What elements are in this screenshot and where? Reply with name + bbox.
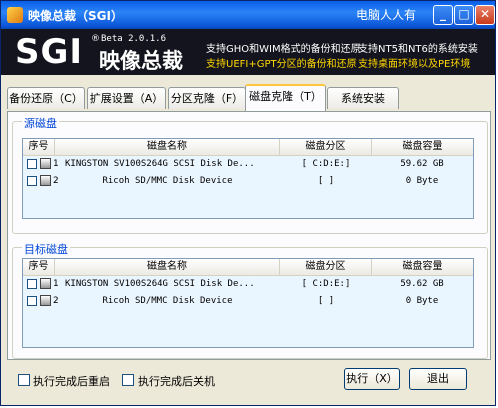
restart-after-label[interactable]: 执行完成后重启	[33, 373, 110, 389]
column-header[interactable]: 序号	[23, 139, 55, 155]
column-header[interactable]: 磁盘分区	[280, 139, 372, 155]
target-disk-label: 目标磁盘	[22, 241, 70, 257]
column-header[interactable]: 序号	[23, 259, 55, 275]
registered-mark: ®	[91, 34, 100, 44]
disk-partitions: [ ]	[317, 176, 335, 186]
disk-partitions: [ C:D:E:]	[301, 279, 351, 289]
table-row[interactable]: 1 KINGSTON SV100S264G SCSI Disk De... [ …	[23, 276, 473, 292]
window-title: 映像总裁（SGI）	[28, 9, 123, 23]
row-checkbox[interactable]	[27, 296, 37, 306]
column-header[interactable]: 磁盘容量	[372, 259, 473, 275]
source-disk-label: 源磁盘	[22, 115, 59, 131]
product-name: 映像总裁	[99, 49, 183, 73]
tab-disk-clone[interactable]: 磁盘克隆（T）	[245, 84, 326, 111]
disk-name: KINGSTON SV100S264G SCSI Disk De...	[65, 279, 255, 289]
tab-backup-restore[interactable]: 备份还原（C）	[7, 87, 85, 109]
close-button[interactable]: ✕	[475, 5, 495, 25]
execute-button[interactable]: 执行（X）	[344, 368, 400, 390]
table-row[interactable]: 1 KINGSTON SV100S264G SCSI Disk De... [ …	[23, 156, 473, 172]
disk-partitions: [ ]	[317, 296, 335, 306]
feature-text: 支持桌面环境以及PE环境	[358, 59, 471, 70]
tab-system-install[interactable]: 系统安装	[327, 87, 399, 109]
disk-capacity: 59.62 GB	[400, 279, 444, 289]
disk-capacity: 0 Byte	[405, 176, 439, 186]
app-icon	[7, 7, 23, 23]
column-header[interactable]: 磁盘名称	[55, 259, 280, 275]
version-label: Beta 2.0.1.6	[101, 34, 167, 44]
table-header: 序号 磁盘名称 磁盘分区 磁盘容量	[23, 259, 473, 276]
row-index: 1	[53, 279, 59, 289]
disk-icon	[40, 175, 51, 186]
exit-button[interactable]: 退出	[409, 368, 467, 390]
table-header: 序号 磁盘名称 磁盘分区 磁盘容量	[23, 139, 473, 156]
maximize-button[interactable]: □	[454, 5, 474, 25]
disk-capacity: 0 Byte	[405, 296, 439, 306]
disk-name: Ricoh SD/MMC Disk Device	[102, 176, 233, 186]
restart-after-checkbox[interactable]	[18, 374, 30, 386]
column-header[interactable]: 磁盘名称	[55, 139, 280, 155]
logo: SGI	[15, 32, 84, 72]
row-checkbox[interactable]	[27, 159, 37, 169]
column-header[interactable]: 磁盘容量	[372, 139, 473, 155]
table-row[interactable]: 2 Ricoh SD/MMC Disk Device [ ] 0 Byte	[23, 293, 473, 309]
header-banner: SGI ® Beta 2.0.1.6 映像总裁 支持GHO和WIM格式的备份和还…	[1, 29, 495, 75]
title-bar[interactable]: 映像总裁（SGI） 电脑人人有 _ □ ✕	[1, 1, 495, 29]
column-header[interactable]: 磁盘分区	[280, 259, 372, 275]
source-disk-table: 序号 磁盘名称 磁盘分区 磁盘容量 1 KINGSTON SV100S264G …	[22, 138, 474, 219]
disk-capacity: 59.62 GB	[400, 159, 444, 169]
row-checkbox[interactable]	[27, 176, 37, 186]
target-disk-table: 序号 磁盘名称 磁盘分区 磁盘容量 1 KINGSTON SV100S264G …	[22, 258, 474, 348]
app-window: 映像总裁（SGI） 电脑人人有 _ □ ✕ SGI ® Beta 2.0.1.6…	[0, 0, 496, 406]
disk-name: Ricoh SD/MMC Disk Device	[102, 296, 233, 306]
disk-partitions: [ C:D:E:]	[301, 159, 351, 169]
disk-icon	[40, 278, 51, 289]
feature-text: 支持UEFI+GPT分区的备份和还原	[206, 59, 357, 70]
feature-text: 支持GHO和WIM格式的备份和还原	[206, 44, 361, 55]
feature-text: 支持NT5和NT6的系统安装	[358, 44, 478, 55]
table-row[interactable]: 2 Ricoh SD/MMC Disk Device [ ] 0 Byte	[23, 173, 473, 189]
tab-extended-settings[interactable]: 扩展设置（A）	[87, 87, 166, 109]
disk-icon	[40, 295, 51, 306]
shutdown-after-label[interactable]: 执行完成后关机	[138, 373, 215, 389]
disk-icon	[40, 158, 51, 169]
watermark-text: 电脑人人有	[356, 8, 417, 22]
minimize-button[interactable]: _	[433, 5, 453, 25]
shutdown-after-checkbox[interactable]	[122, 374, 134, 386]
tab-partition-clone[interactable]: 分区克隆（F）	[168, 87, 246, 109]
disk-clone-panel: 源磁盘 序号 磁盘名称 磁盘分区 磁盘容量 1 KINGSTON SV100S2…	[7, 111, 491, 360]
row-index: 1	[53, 159, 59, 169]
disk-name: KINGSTON SV100S264G SCSI Disk De...	[65, 159, 255, 169]
row-checkbox[interactable]	[27, 279, 37, 289]
